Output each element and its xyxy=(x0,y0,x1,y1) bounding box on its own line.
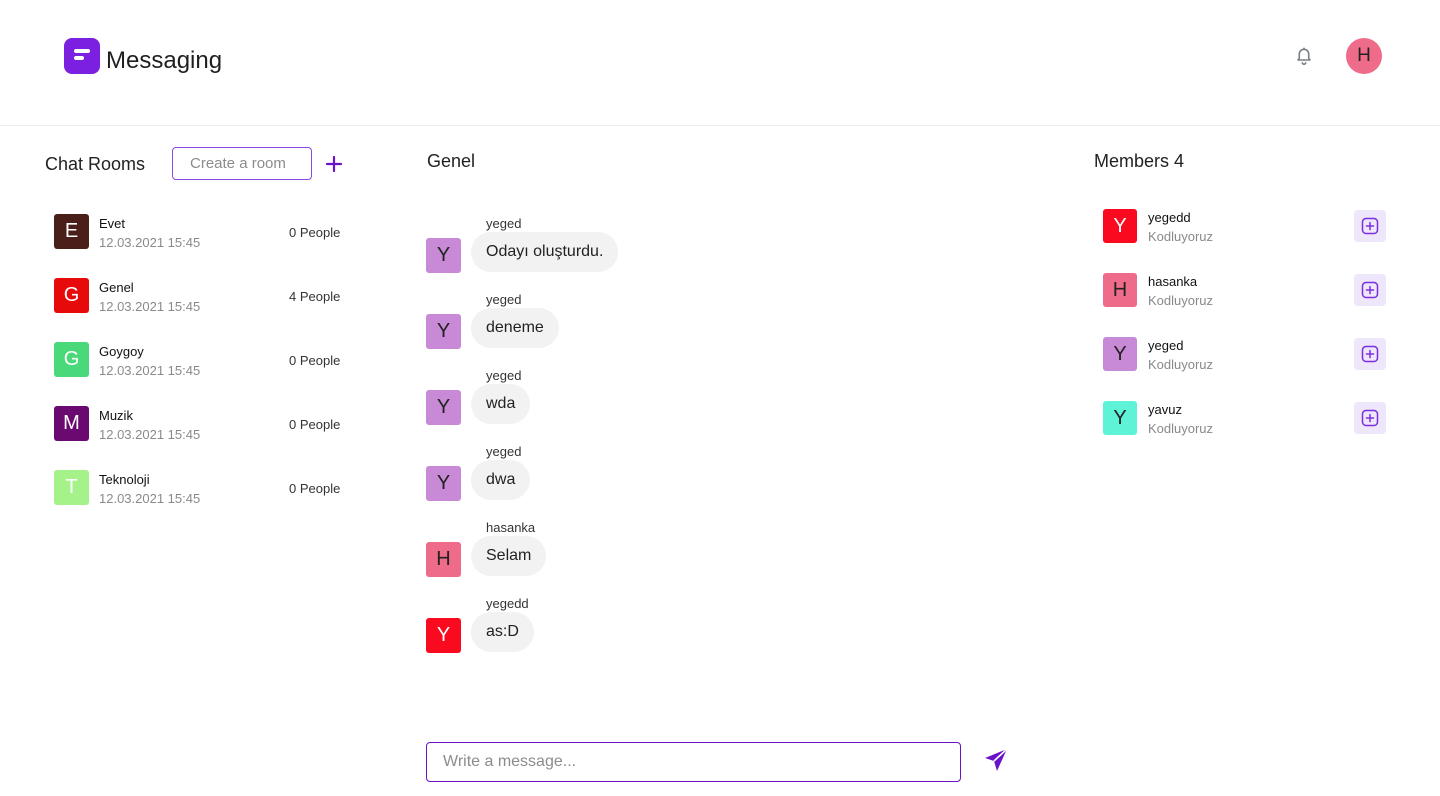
room-avatar: T xyxy=(54,470,89,505)
message-avatar: H xyxy=(426,542,461,577)
room-people-count: 4 People xyxy=(289,289,341,304)
member-item: Y yegedd Kodluyoruz xyxy=(1103,209,1393,273)
message-bubble: dwa xyxy=(471,460,531,500)
room-avatar: M xyxy=(54,406,89,441)
user-avatar[interactable]: H xyxy=(1346,38,1382,74)
room-name: Genel xyxy=(99,280,134,295)
member-avatar: Y xyxy=(1103,337,1137,371)
message-input[interactable] xyxy=(426,742,961,782)
message-item: hasanka H Selam xyxy=(426,520,1026,596)
message-avatar: Y xyxy=(426,466,461,501)
room-name: Teknoloji xyxy=(99,472,150,487)
bell-icon[interactable] xyxy=(1292,44,1316,68)
message-author: yeged xyxy=(486,368,522,383)
message-bubble: wda xyxy=(471,384,531,424)
plus-square-icon[interactable] xyxy=(1354,338,1386,370)
room-people-count: 0 People xyxy=(289,417,341,432)
room-time: 12.03.2021 15:45 xyxy=(99,491,201,506)
member-avatar: Y xyxy=(1103,209,1137,243)
member-name: yegedd xyxy=(1148,210,1191,225)
member-status: Kodluyoruz xyxy=(1148,229,1214,244)
member-name: yeged xyxy=(1148,338,1184,353)
message-author: yeged xyxy=(486,216,522,231)
send-icon[interactable] xyxy=(983,747,1009,773)
message-item: yegedd Y as:D xyxy=(426,596,1026,672)
room-avatar: G xyxy=(54,342,89,377)
room-list: E Evet 12.03.2021 15:45 0 People G Genel… xyxy=(54,214,354,534)
top-header: Messaging H xyxy=(0,0,1440,126)
room-name: Goygoy xyxy=(99,344,144,359)
app-logo-icon xyxy=(64,38,100,74)
member-avatar: H xyxy=(1103,273,1137,307)
message-bubble: Odayı oluşturdu. xyxy=(471,232,619,272)
member-avatar: Y xyxy=(1103,401,1137,435)
message-author: hasanka xyxy=(486,520,536,535)
room-item-evet[interactable]: E Evet 12.03.2021 15:45 0 People xyxy=(54,214,354,278)
message-item: yeged Y wda xyxy=(426,368,1026,444)
member-item: Y yavuz Kodluyoruz xyxy=(1103,401,1393,465)
member-status: Kodluyoruz xyxy=(1148,357,1214,372)
chat-rooms-title: Chat Rooms xyxy=(45,154,146,174)
room-avatar: E xyxy=(54,214,89,249)
room-people-count: 0 People xyxy=(289,481,341,496)
message-bubble: Selam xyxy=(471,536,547,576)
message-author: yeged xyxy=(486,292,522,307)
room-time: 12.03.2021 15:45 xyxy=(99,427,201,442)
member-item: Y yeged Kodluyoruz xyxy=(1103,337,1393,401)
room-item-teknoloji[interactable]: T Teknoloji 12.03.2021 15:45 0 People xyxy=(54,470,354,534)
room-item-genel[interactable]: G Genel 12.03.2021 15:45 4 People xyxy=(54,278,354,342)
create-room-input[interactable] xyxy=(172,147,312,180)
app-title: Messaging xyxy=(106,47,223,74)
member-status: Kodluyoruz xyxy=(1148,421,1214,436)
message-avatar: Y xyxy=(426,390,461,425)
message-item: yeged Y deneme xyxy=(426,292,1026,368)
room-name: Evet xyxy=(99,216,126,231)
room-time: 12.03.2021 15:45 xyxy=(99,363,201,378)
message-item: yeged Y dwa xyxy=(426,444,1026,520)
message-author: yeged xyxy=(486,444,522,459)
message-bubble: deneme xyxy=(471,308,559,348)
plus-square-icon[interactable] xyxy=(1354,402,1386,434)
message-avatar: Y xyxy=(426,314,461,349)
room-people-count: 0 People xyxy=(289,225,341,240)
plus-icon[interactable] xyxy=(324,154,344,174)
message-item: yeged Y Odayı oluşturdu. xyxy=(426,216,1026,292)
room-name: Muzik xyxy=(99,408,133,423)
member-status: Kodluyoruz xyxy=(1148,293,1214,308)
plus-square-icon[interactable] xyxy=(1354,274,1386,306)
message-avatar: Y xyxy=(426,238,461,273)
member-name: hasanka xyxy=(1148,274,1198,289)
message-author: yegedd xyxy=(486,596,529,611)
room-item-goygoy[interactable]: G Goygoy 12.03.2021 15:45 0 People xyxy=(54,342,354,406)
member-item: H hasanka Kodluyoruz xyxy=(1103,273,1393,337)
message-list: yeged Y Odayı oluşturdu. yeged Y deneme … xyxy=(426,216,1026,672)
member-name: yavuz xyxy=(1148,402,1182,417)
members-title: Members 4 xyxy=(1094,151,1185,171)
room-time: 12.03.2021 15:45 xyxy=(99,299,201,314)
room-avatar: G xyxy=(54,278,89,313)
room-time: 12.03.2021 15:45 xyxy=(99,235,201,250)
room-item-muzik[interactable]: M Muzik 12.03.2021 15:45 0 People xyxy=(54,406,354,470)
room-people-count: 0 People xyxy=(289,353,341,368)
message-avatar: Y xyxy=(426,618,461,653)
message-bubble: as:D xyxy=(471,612,534,652)
chat-room-title: Genel xyxy=(427,151,476,171)
member-list: Y yegedd Kodluyoruz H hasanka Kodluyoruz… xyxy=(1103,209,1393,465)
plus-square-icon[interactable] xyxy=(1354,210,1386,242)
